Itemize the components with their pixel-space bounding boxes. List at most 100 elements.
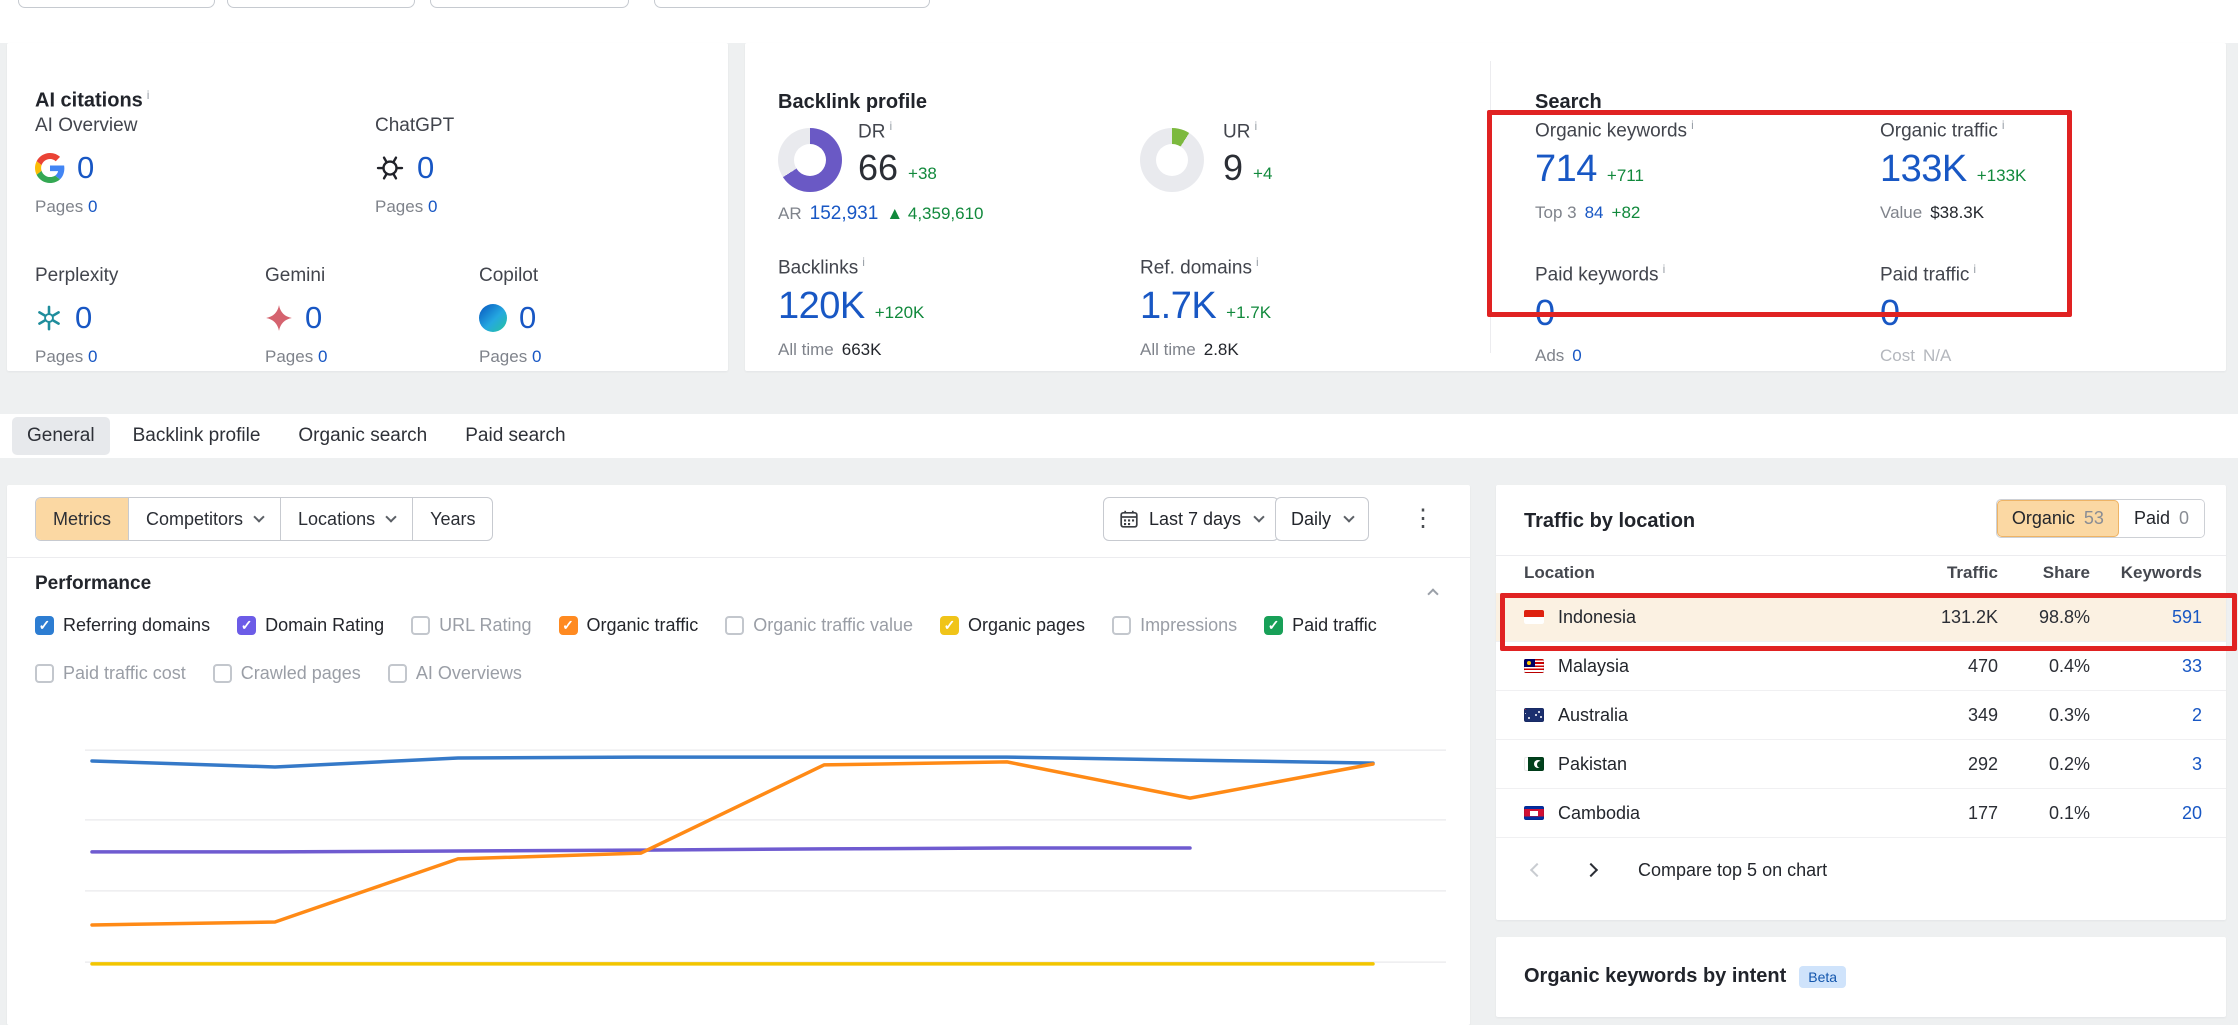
location-row-malaysia[interactable]: Malaysia 470 0.4% 33 (1496, 642, 2226, 691)
filter-competitors[interactable]: Competitors (128, 498, 280, 540)
paid-traffic-value: 0 (1880, 292, 1900, 334)
citation-count[interactable]: 0 (77, 150, 94, 186)
column-header-share[interactable]: Share (1998, 563, 2090, 583)
metric-checkbox-paid-traffic[interactable]: ✓Paid traffic (1264, 615, 1377, 636)
filter-metrics[interactable]: Metrics (36, 498, 128, 540)
keywords-link[interactable]: 591 (2090, 607, 2202, 628)
keywords-link[interactable]: 33 (2090, 656, 2202, 677)
metric-checkbox-organic-traffic[interactable]: ✓Organic traffic (559, 615, 699, 636)
ai-engine-label: Copilot (479, 265, 541, 287)
metric-checkbox-organic-traffic-value[interactable]: Organic traffic value (725, 615, 913, 636)
ar-rank: AR 152,931 ▲ 4,359,610 (778, 203, 984, 225)
info-icon[interactable]: i (2002, 118, 2005, 132)
prev-page-button[interactable] (1524, 857, 1550, 883)
toggle-organic[interactable]: Organic53 (1997, 500, 2119, 537)
ref-domains-value[interactable]: 1.7K (1140, 285, 1216, 328)
checkbox-label: URL Rating (439, 615, 531, 636)
backlinks-block: Backlinksi 120K+120K All time663K (778, 255, 924, 360)
traffic-value: 292 (1888, 754, 1998, 775)
keywords-link[interactable]: 2 (2090, 705, 2202, 726)
metric-checkbox-paid-traffic-cost[interactable]: Paid traffic cost (35, 663, 186, 684)
checkbox-unchecked (35, 664, 54, 683)
citation-count[interactable]: 0 (305, 300, 322, 336)
copilot-icon (479, 304, 507, 332)
info-icon[interactable]: i (862, 255, 865, 269)
keywords-link[interactable]: 3 (2090, 754, 2202, 775)
tab-backlink-profile[interactable]: Backlink profile (118, 417, 276, 455)
metric-checkbox-url-rating[interactable]: URL Rating (411, 615, 531, 636)
paid-keywords-value[interactable]: 0 (1535, 292, 1555, 334)
info-icon[interactable]: i (1663, 262, 1666, 276)
backlink-profile-title: Backlink profile (778, 91, 927, 114)
organic-traffic-value[interactable]: 133K (1880, 148, 1967, 191)
tab-general[interactable]: General (12, 417, 110, 455)
ar-value[interactable]: 152,931 (810, 203, 879, 225)
next-page-button[interactable] (1578, 857, 1604, 883)
location-name: Australia (1558, 705, 1628, 726)
location-row-cambodia[interactable]: Cambodia 177 0.1% 20 (1496, 789, 2226, 838)
performance-title: Performance (35, 573, 151, 595)
pages-count[interactable]: 0 (428, 197, 437, 216)
pages-count[interactable]: 0 (88, 197, 97, 216)
column-header-traffic[interactable]: Traffic (1888, 563, 1998, 583)
checkbox-checked: ✓ (1264, 616, 1283, 635)
toolbar-input-remnant[interactable] (18, 0, 215, 8)
citation-count[interactable]: 0 (75, 300, 92, 336)
toolbar-input-remnant[interactable] (227, 0, 415, 8)
share-value: 0.3% (1998, 705, 2090, 726)
info-icon[interactable]: i (1254, 119, 1257, 133)
metric-checkbox-domain-rating[interactable]: ✓Domain Rating (237, 615, 384, 636)
compare-top5-link[interactable]: Compare top 5 on chart (1638, 860, 1827, 881)
granularity-button[interactable]: Daily (1275, 497, 1369, 541)
metric-checkbox-organic-pages[interactable]: ✓Organic pages (940, 615, 1085, 636)
pages-count[interactable]: 0 (318, 347, 327, 366)
info-icon[interactable]: i (1691, 118, 1694, 132)
paid-traffic-block: Paid traffici 0 CostN/A (1880, 262, 1976, 366)
collapse-section-button[interactable] (1425, 583, 1437, 601)
checkbox-checked: ✓ (237, 616, 256, 635)
organic-keywords-value[interactable]: 714 (1535, 148, 1597, 191)
more-options-button[interactable]: ⋮ (1411, 499, 1435, 539)
metric-checkbox-referring-domains[interactable]: ✓Referring domains (35, 615, 210, 636)
checkbox-label: Impressions (1140, 615, 1237, 636)
ur-value: 9+4 (1223, 147, 1272, 189)
citation-count[interactable]: 0 (417, 150, 434, 186)
dr-value: 66+38 (858, 147, 937, 189)
date-range-button[interactable]: Last 7 days (1103, 497, 1279, 541)
top3-value[interactable]: 84 (1585, 203, 1604, 223)
tab-organic-search[interactable]: Organic search (283, 417, 442, 455)
backlinks-value[interactable]: 120K (778, 285, 865, 328)
checkbox-label: Organic pages (968, 615, 1085, 636)
toolbar-input-remnant[interactable] (430, 0, 629, 8)
metric-checkbox-ai-overviews[interactable]: AI Overviews (388, 663, 522, 684)
date-range-label: Last 7 days (1149, 509, 1241, 530)
tab-paid-search[interactable]: Paid search (450, 417, 580, 455)
location-name: Pakistan (1558, 754, 1627, 775)
pages-count[interactable]: 0 (532, 347, 541, 366)
info-icon[interactable]: i (1256, 255, 1259, 269)
filter-years[interactable]: Years (412, 498, 492, 540)
info-icon[interactable]: i (889, 119, 892, 133)
info-icon[interactable]: i (1973, 262, 1976, 276)
pages-label: Pages (479, 347, 527, 366)
metric-checkbox-crawled-pages[interactable]: Crawled pages (213, 663, 361, 684)
column-header-keywords[interactable]: Keywords (2090, 563, 2202, 583)
toggle-paid[interactable]: Paid0 (2119, 500, 2204, 537)
info-icon[interactable]: i (147, 88, 150, 102)
location-row-australia[interactable]: Australia 349 0.3% 2 (1496, 691, 2226, 740)
location-row-pakistan[interactable]: Pakistan 292 0.2% 3 (1496, 740, 2226, 789)
divider (7, 557, 1470, 558)
share-value: 0.2% (1998, 754, 2090, 775)
toolbar-input-remnant[interactable] (654, 0, 930, 8)
metric-checkbox-impressions[interactable]: Impressions (1112, 615, 1237, 636)
keywords-link[interactable]: 20 (2090, 803, 2202, 824)
citation-count[interactable]: 0 (519, 300, 536, 336)
pages-count[interactable]: 0 (88, 347, 97, 366)
ai-citation-item: Perplexity 0 Pages 0 (35, 265, 118, 367)
ai-engine-label: AI Overview (35, 115, 137, 137)
filter-locations[interactable]: Locations (280, 498, 412, 540)
column-header-location[interactable]: Location (1524, 563, 1888, 583)
ads-value[interactable]: 0 (1572, 346, 1581, 366)
location-row-indonesia[interactable]: Indonesia 131.2K 98.8% 591 (1496, 593, 2226, 642)
pakistan-flag-icon (1524, 757, 1544, 771)
